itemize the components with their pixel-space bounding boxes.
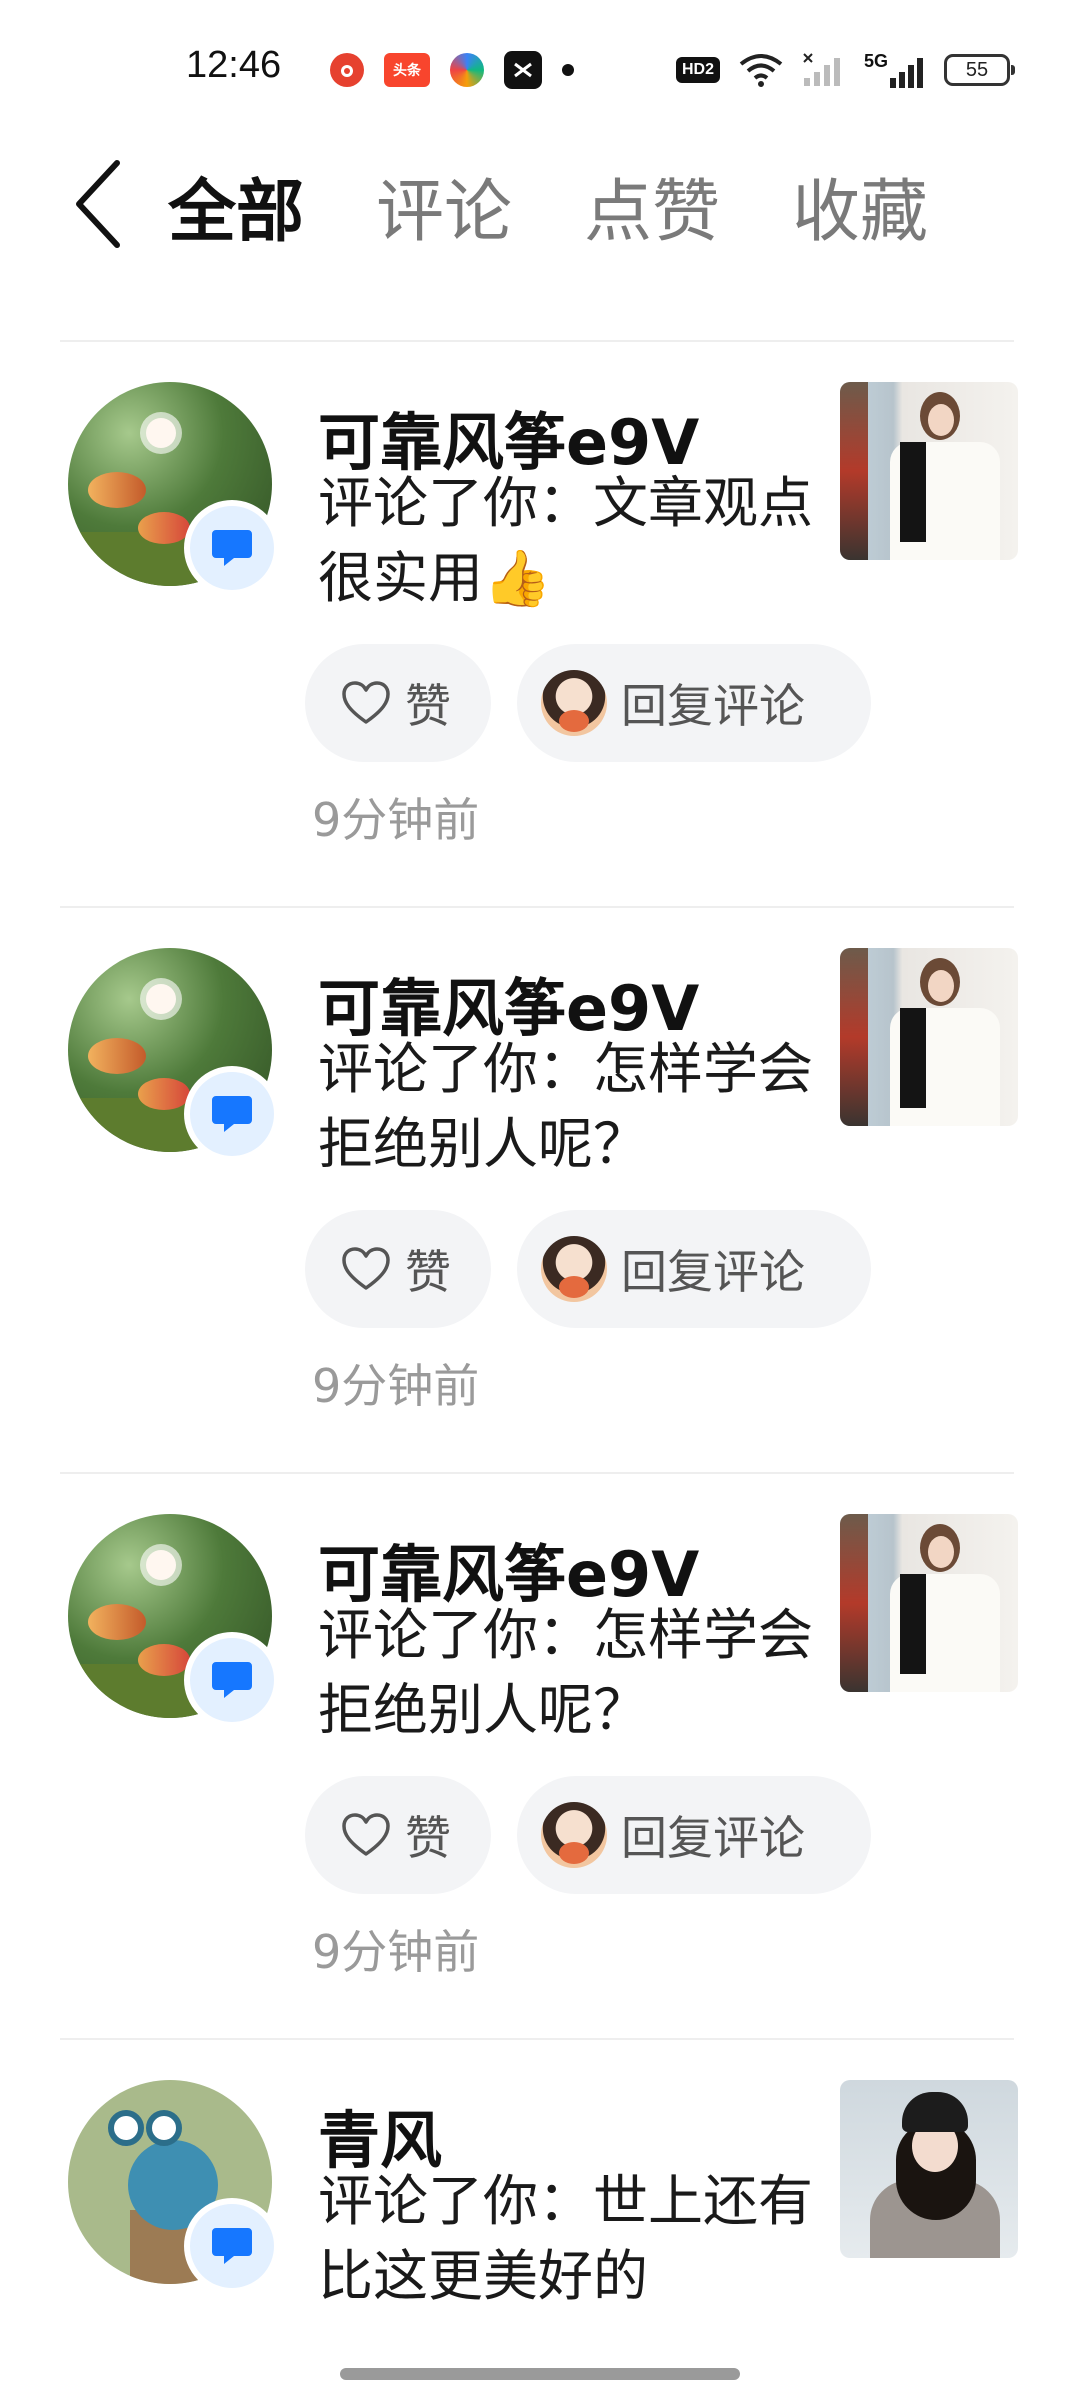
my-avatar — [541, 670, 607, 736]
reply-comment-button[interactable]: 回复评论 — [517, 1776, 871, 1894]
header: 全部 评论 点赞 收藏 — [0, 150, 1080, 260]
like-button[interactable]: 赞 — [305, 1210, 491, 1328]
my-avatar — [541, 1236, 607, 1302]
dot-icon — [562, 64, 574, 76]
comment-bubble-icon — [212, 2228, 252, 2264]
toutiao-icon: 头条 — [384, 53, 430, 87]
wifi-icon — [739, 54, 783, 87]
signal-weak-icon — [803, 53, 840, 86]
reply-label: 回复评论 — [621, 679, 805, 733]
hd-badge: HD2 — [675, 57, 720, 83]
reply-label: 回复评论 — [621, 1245, 805, 1299]
heart-icon — [342, 681, 390, 724]
weibo-icon — [330, 53, 364, 87]
user-avatar[interactable] — [68, 2080, 280, 2294]
timestamp: 9分钟前 — [312, 1925, 480, 1979]
home-indicator[interactable] — [340, 2368, 740, 2380]
my-avatar — [541, 1802, 607, 1868]
capcut-icon — [504, 51, 542, 89]
list-item[interactable]: 可靠风筝e9V 评论了你：文章观点很实用👍 赞 回复评论 9分钟前 — [0, 340, 1080, 908]
list-item[interactable]: 青风 评论了你：世上还有比这更美好的 — [0, 2038, 1080, 2368]
list-item[interactable]: 可靠风筝e9V 评论了你：怎样学会拒绝别人呢？ 赞 回复评论 9分钟前 — [0, 906, 1080, 1474]
comment-badge — [184, 1632, 280, 1728]
article-thumbnail[interactable] — [840, 1514, 1018, 1692]
comment-bubble-icon — [212, 1096, 252, 1132]
tab-likes[interactable]: 点赞 — [584, 156, 720, 255]
comment-bubble-icon — [212, 1662, 252, 1698]
comment-badge — [184, 1066, 280, 1162]
battery-indicator: 55 — [944, 54, 1015, 86]
comment-bubble-icon — [212, 530, 252, 566]
tab-all[interactable]: 全部 — [168, 156, 304, 255]
user-avatar[interactable] — [68, 948, 280, 1162]
like-button[interactable]: 赞 — [305, 1776, 491, 1894]
chevron-left-icon — [76, 160, 120, 248]
timestamp: 9分钟前 — [312, 1359, 480, 1413]
comment-text: 评论了你：怎样学会拒绝别人呢？ — [318, 1037, 814, 1176]
status-bar: 12:46 头条 HD2 5G 55 — [0, 0, 1080, 140]
timestamp: 9分钟前 — [312, 793, 480, 847]
like-label: 赞 — [405, 1245, 451, 1299]
comment-text: 评论了你：文章观点很实用👍 — [318, 471, 814, 610]
like-button[interactable]: 赞 — [305, 644, 491, 762]
like-label: 赞 — [405, 679, 451, 733]
reply-comment-button[interactable]: 回复评论 — [517, 1210, 871, 1328]
colorful-app-icon — [450, 53, 484, 87]
comment-badge — [184, 2198, 280, 2294]
tab-favorites[interactable]: 收藏 — [792, 156, 928, 255]
signal-5g-icon: 5G — [864, 51, 926, 90]
article-thumbnail[interactable] — [840, 2080, 1018, 2258]
user-avatar[interactable] — [68, 1514, 280, 1728]
like-label: 赞 — [405, 1811, 451, 1865]
reply-label: 回复评论 — [621, 1811, 805, 1865]
list-item[interactable]: 可靠风筝e9V 评论了你：怎样学会拒绝别人呢？ 赞 回复评论 9分钟前 — [0, 1472, 1080, 2040]
action-row: 赞 回复评论 — [305, 644, 871, 762]
back-button[interactable] — [68, 154, 128, 254]
action-row: 赞 回复评论 — [305, 1776, 871, 1894]
article-thumbnail[interactable] — [840, 382, 1018, 560]
article-thumbnail[interactable] — [840, 948, 1018, 1126]
comment-text: 评论了你：怎样学会拒绝别人呢？ — [318, 1603, 814, 1742]
status-right: HD2 5G 55 — [675, 48, 1015, 92]
comment-text: 评论了你：世上还有比这更美好的 — [318, 2169, 814, 2308]
heart-icon — [342, 1247, 390, 1290]
status-time: 12:46 — [186, 44, 282, 86]
reply-comment-button[interactable]: 回复评论 — [517, 644, 871, 762]
tab-comments[interactable]: 评论 — [376, 156, 512, 255]
tab-bar: 全部 评论 点赞 收藏 — [168, 150, 928, 260]
user-avatar[interactable] — [68, 382, 280, 596]
status-app-icons: 头条 — [330, 51, 574, 89]
action-row: 赞 回复评论 — [305, 1210, 871, 1328]
heart-icon — [342, 1813, 390, 1856]
comment-badge — [184, 500, 280, 596]
